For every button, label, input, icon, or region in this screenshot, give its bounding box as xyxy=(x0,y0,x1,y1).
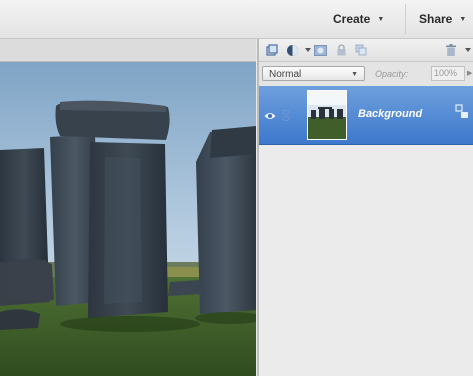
stonehenge-photo xyxy=(0,62,256,376)
adjustment-layer-icon[interactable] xyxy=(285,43,299,57)
image-canvas[interactable] xyxy=(0,62,256,376)
create-menu-button[interactable]: Create ▼ xyxy=(333,11,384,27)
chevron-down-icon: ▼ xyxy=(459,15,467,23)
top-menu-bar: Create ▼ Share ▼ xyxy=(0,0,473,39)
layer-style-icon[interactable] xyxy=(455,104,469,120)
share-menu-button[interactable]: Share ▼ xyxy=(419,11,466,27)
new-layer-icon[interactable] xyxy=(265,43,279,57)
mask-icon[interactable] xyxy=(313,43,327,57)
trash-icon[interactable] xyxy=(444,43,458,57)
chevron-down-icon: ▼ xyxy=(377,15,385,23)
link-icon[interactable] xyxy=(282,108,290,121)
layers-toolbar xyxy=(259,39,473,62)
blend-mode-value: Normal xyxy=(269,69,302,80)
opacity-slider-arrow-icon[interactable]: ▶ xyxy=(467,66,473,81)
layer-row-background[interactable]: Background xyxy=(259,86,473,145)
eye-icon[interactable] xyxy=(264,108,276,119)
opacity-input[interactable]: 100% xyxy=(431,66,465,81)
lock-transparency-icon[interactable] xyxy=(354,43,368,57)
blend-mode-select[interactable]: Normal ▼ xyxy=(262,66,365,81)
opacity-label: Opacity: xyxy=(375,69,409,79)
layers-list-empty-area xyxy=(259,145,473,376)
create-menu-label: Create xyxy=(333,12,371,26)
layer-options-row: Normal ▼ Opacity: 100% ▶ xyxy=(259,62,473,87)
layer-thumbnail xyxy=(307,90,347,140)
layers-panel: Normal ▼ Opacity: 100% ▶ Background xyxy=(257,39,473,376)
chevron-down-icon: ▼ xyxy=(351,71,358,78)
canvas-header xyxy=(0,39,256,62)
layer-name: Background xyxy=(358,108,423,120)
opacity-value: 100% xyxy=(434,68,458,78)
panel-menu-icon[interactable] xyxy=(461,43,473,57)
lock-icon[interactable] xyxy=(334,43,348,57)
share-menu-label: Share xyxy=(419,12,453,26)
menu-separator xyxy=(405,4,406,34)
